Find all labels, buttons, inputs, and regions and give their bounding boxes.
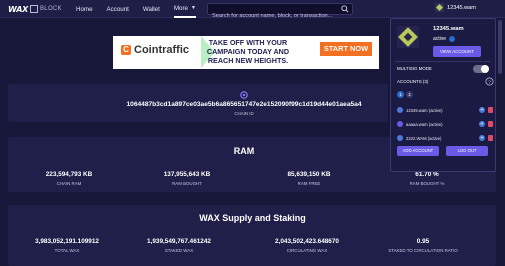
accounts-pager: 1 1	[397, 91, 413, 98]
search-icon[interactable]	[341, 5, 349, 13]
logo-sub-text: BLOCK	[40, 6, 62, 12]
cube-icon	[30, 5, 38, 13]
ram-free-label: RAM FREE	[297, 181, 321, 186]
multisig-label: MULTISIG MODE	[397, 66, 432, 71]
account-row-label: aaaaa.wam (active)	[406, 121, 443, 127]
staked-wax-label: STAKED WAX	[164, 248, 194, 253]
wallet-icon	[397, 107, 403, 113]
status-text: active	[433, 36, 447, 42]
nav-wallet[interactable]: Wallet	[143, 0, 160, 18]
ram-bought-value: 137,955,643 KB	[163, 171, 211, 178]
ad-banner[interactable]: C Cointraffic TAKE OFF WITH YOUR CAMPAIG…	[113, 36, 379, 69]
logout-button[interactable]: LOG OUT	[446, 146, 488, 156]
staked-ratio-label: STAKED TO CIRCULATION RATIO	[388, 248, 458, 253]
account-row[interactable]: aaaaa.wam (active) +	[397, 119, 493, 129]
account-row[interactable]: 2222.WAM (active) +	[397, 133, 493, 143]
chain-ram-value: 223,594,793 KB	[45, 171, 93, 178]
account-name: 12345.wam	[447, 4, 476, 11]
trash-icon[interactable]	[488, 121, 493, 127]
search-input[interactable]	[208, 11, 338, 21]
ad-tagline: TAKE OFF WITH YOUR CAMPAIGN TODAY AND RE…	[206, 38, 290, 65]
ram-bought-percent-value: 61.70 %	[415, 171, 439, 178]
account-menu-trigger[interactable]: 12345.wam	[435, 3, 476, 12]
chevron-down-icon: ▼	[190, 5, 196, 11]
chain-icon	[240, 91, 248, 99]
staked-wax-value: 1,939,549,767.461242	[147, 238, 211, 245]
total-wax-value: 3,983,052,191.109912	[35, 238, 99, 245]
account-row-label: 2222.WAM (active)	[406, 135, 442, 141]
accounts-label: ACCOUNTS (3)	[397, 79, 429, 84]
logo-text: WAX	[8, 4, 28, 14]
dropdown-account-name: 12345.wam	[433, 26, 464, 32]
page-current[interactable]: 1	[397, 91, 404, 98]
add-icon[interactable]: +	[479, 107, 485, 113]
cointraffic-logo-icon: C	[121, 45, 131, 55]
ad-brand: Cointraffic	[134, 44, 189, 56]
ram-bought-percent-label: RAM BOUGHT %	[409, 181, 445, 186]
divider	[395, 61, 491, 62]
circulating-wax-label: CIRCULATING WAX	[286, 248, 328, 253]
add-account-button[interactable]: ADD ACCOUNT	[397, 146, 439, 156]
chain-ram-label: CHAIN RAM	[56, 181, 82, 186]
top-navbar: WAX BLOCK Home Account Wallet More▼ 1234…	[0, 0, 505, 21]
page-next[interactable]: 1	[406, 91, 413, 98]
svg-text:?: ?	[488, 79, 491, 84]
circulating-wax-value: 2,043,502,423.648670	[275, 238, 339, 245]
ram-bought-label: RAM BOUGHT	[172, 181, 202, 186]
multisig-toggle[interactable]	[473, 65, 489, 73]
account-dropdown: 12345.wam active VIEW ACCOUNT MULTISIG M…	[390, 18, 496, 172]
add-icon[interactable]: +	[479, 135, 485, 141]
ad-cta-button[interactable]: START NOW	[320, 42, 372, 56]
account-avatar-icon	[435, 3, 444, 12]
account-row-label: 12345.wam (active)	[406, 107, 443, 113]
ram-free-value: 85,639,150 KB	[287, 171, 331, 178]
staked-ratio-value: 0.95	[416, 238, 430, 245]
account-avatar	[397, 26, 419, 48]
page-scrollbar[interactable]	[498, 18, 502, 266]
supply-title: WAX Supply and Staking	[199, 213, 306, 223]
wallet-icon	[449, 36, 456, 42]
total-wax-label: TOTAL WAX	[54, 248, 80, 253]
add-icon[interactable]: +	[479, 121, 485, 127]
search-box	[207, 3, 353, 21]
nav-more[interactable]: More ▼	[173, 0, 196, 18]
trash-icon[interactable]	[488, 135, 493, 141]
nav-more-label: More	[173, 4, 188, 12]
account-status: active	[433, 36, 456, 42]
main-nav: Home Account Wallet More ▼	[76, 0, 210, 18]
account-row[interactable]: 12345.wam (active) +	[397, 105, 493, 115]
wallet-icon	[397, 135, 403, 141]
nav-home[interactable]: Home	[76, 0, 93, 18]
wax-block-logo[interactable]: WAX BLOCK	[8, 3, 62, 15]
nav-account[interactable]: Account	[107, 0, 129, 18]
trash-icon[interactable]	[488, 107, 493, 113]
wallet-icon	[397, 121, 403, 127]
help-icon[interactable]: ?	[485, 77, 494, 86]
view-account-button[interactable]: VIEW ACCOUNT	[433, 46, 481, 57]
